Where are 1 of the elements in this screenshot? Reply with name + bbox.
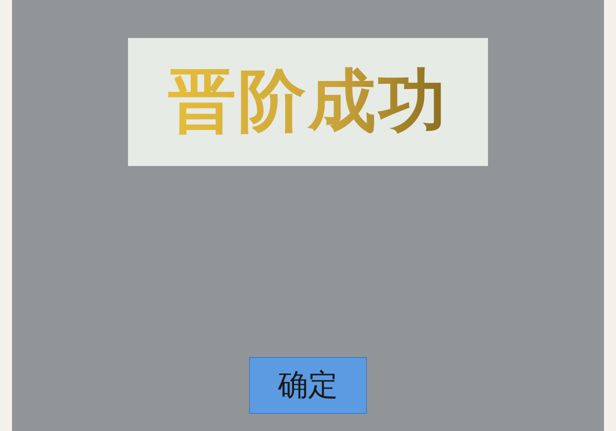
confirm-button[interactable]: 确定 xyxy=(249,357,367,414)
